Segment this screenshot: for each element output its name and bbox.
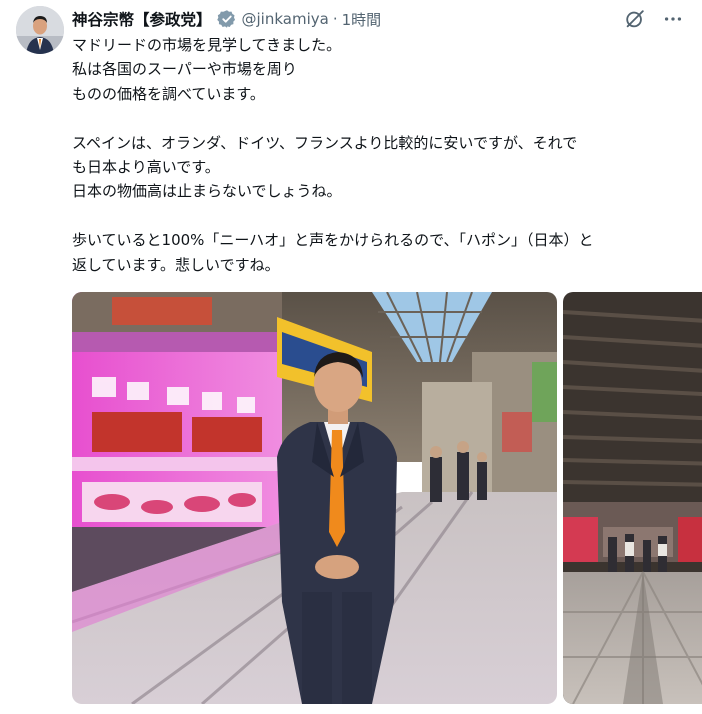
- grok-icon[interactable]: [622, 6, 648, 32]
- user-handle[interactable]: @jinkamiya: [242, 10, 329, 28]
- post-text: マドリードの市場を見学してきました。 私は各国のスーパーや市場を周り ものの価格…: [72, 33, 672, 277]
- post-text-blank-line: [72, 106, 672, 130]
- post-header: 神谷宗幣【参政党】 @jinkamiya · 1時間: [72, 7, 381, 31]
- post-card[interactable]: 神谷宗幣【参政党】 @jinkamiya · 1時間 マドリードの市場を見学して…: [0, 0, 702, 714]
- display-name[interactable]: 神谷宗幣【参政党】: [72, 8, 212, 30]
- verified-badge-icon[interactable]: [216, 9, 237, 29]
- post-text-line: ものの価格を調べています。: [72, 84, 265, 103]
- post-text-line: 私は各国のスーパーや市場を周り: [72, 60, 297, 79]
- post-time[interactable]: 1時間: [342, 9, 382, 30]
- media-gallery: [72, 292, 702, 704]
- post-text-line: 日本の物価高は止まらないでしょうね。: [72, 182, 342, 201]
- post-text-line: マドリードの市場を見学してきました。: [72, 36, 342, 54]
- post-text-line: スペインは、オランダ、ドイツ、フランスより比較的に安いですが、それで: [72, 133, 578, 152]
- separator-dot: ·: [332, 10, 338, 28]
- media-photo-1[interactable]: [72, 292, 557, 704]
- media-photo-2[interactable]: [563, 292, 702, 704]
- post-text-line: 歩いていると100%「ニーハオ」と声をかけられるので、「ハポン」（日本）と: [72, 231, 594, 250]
- header-actions: [622, 6, 686, 32]
- more-options-icon[interactable]: [660, 6, 686, 32]
- post-text-line: も日本より高いです。: [72, 158, 220, 177]
- post-text-blank-line: [72, 204, 672, 228]
- post-text-line: 返しています。悲しいですね。: [72, 255, 280, 274]
- avatar[interactable]: [16, 6, 64, 54]
